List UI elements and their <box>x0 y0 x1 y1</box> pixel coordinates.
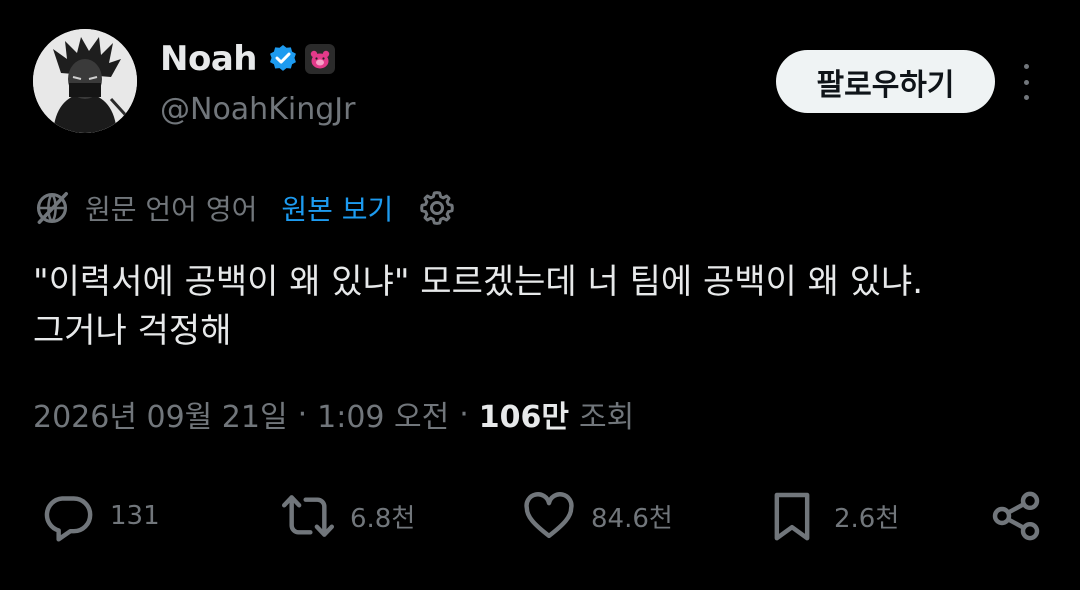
verified-badge-icon[interactable] <box>267 43 299 75</box>
translation-row: 원문 언어 영어 원본 보기 <box>33 186 457 230</box>
avatar[interactable] <box>33 29 137 133</box>
tweet-time[interactable]: 1:09 오전 <box>317 392 449 436</box>
reply-icon <box>44 496 93 542</box>
tweet-date[interactable]: 2026년 09월 21일 <box>33 392 288 436</box>
follow-button[interactable]: 팔로우하기 <box>776 50 995 113</box>
reply-count: 131 <box>110 501 160 531</box>
like-button[interactable]: 84.6천 <box>521 488 673 544</box>
avatar-image <box>33 29 137 133</box>
share-icon <box>992 491 1040 541</box>
reply-button[interactable]: 131 <box>40 488 160 544</box>
retweet-icon <box>281 495 335 537</box>
retweet-button[interactable]: 6.8천 <box>280 488 415 544</box>
bookmark-icon <box>774 492 810 541</box>
views-label: 조회 <box>579 400 635 435</box>
tweet-meta: 2026년 09월 21일 · 1:09 오전 · 106만 조회 <box>33 391 634 437</box>
gear-icon[interactable] <box>417 188 457 228</box>
retweet-count: 6.8천 <box>350 503 416 534</box>
bookmark-button[interactable]: 2.6천 <box>764 488 899 544</box>
views-count[interactable]: 106만 <box>479 392 569 436</box>
more-vertical-icon[interactable] <box>1013 64 1039 100</box>
user-handle[interactable]: @NoahKingJr <box>160 92 355 127</box>
user-name-row: Noah <box>160 36 335 82</box>
no-translate-icon <box>36 192 68 224</box>
meta-separator: · <box>297 396 308 432</box>
heart-icon <box>524 492 574 539</box>
user-name[interactable]: Noah <box>160 39 257 79</box>
bookmark-count: 2.6천 <box>834 503 900 534</box>
affiliate-badge-icon[interactable] <box>304 44 335 74</box>
like-count: 84.6천 <box>591 503 673 534</box>
tweet-text: "이력서에 공백이 왜 있냐" 모르겠는데 너 팀에 공백이 왜 있냐. 그거나… <box>33 262 924 351</box>
show-original-link[interactable]: 원본 보기 <box>281 188 393 228</box>
share-button[interactable] <box>988 488 1044 544</box>
source-language-label: 원문 언어 영어 <box>85 193 258 226</box>
meta-separator: · <box>459 396 469 432</box>
